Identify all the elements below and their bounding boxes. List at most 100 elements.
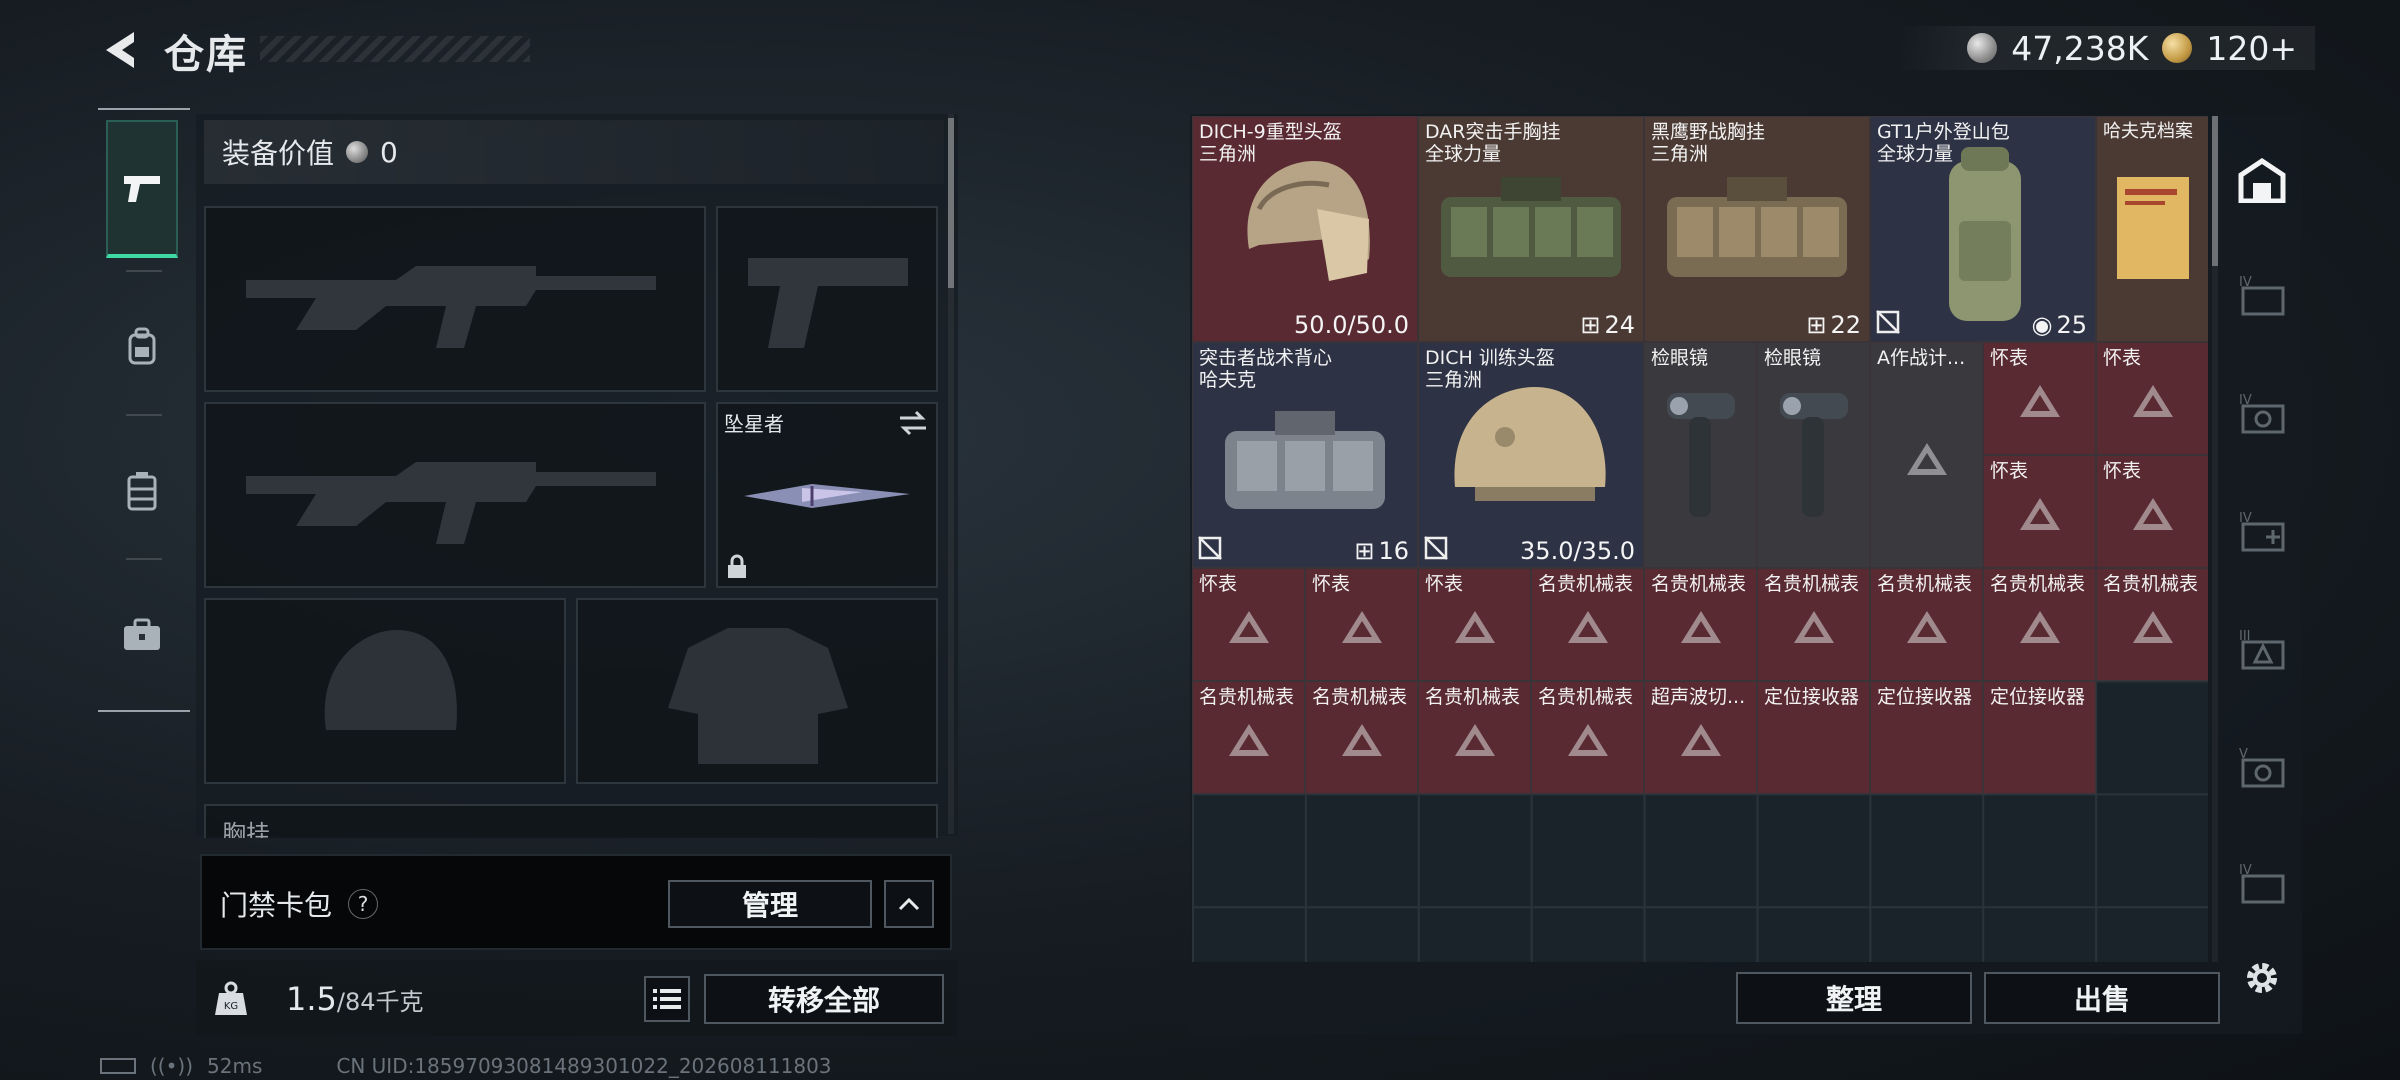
back-button[interactable] — [96, 26, 144, 74]
loading-triangle-icon — [1454, 723, 1495, 756]
box-icon: IV — [2239, 863, 2285, 904]
stash-item-luxury-watch[interactable]: 名贵机械表 — [1757, 568, 1870, 681]
tab-chest-rig[interactable] — [106, 422, 178, 560]
stash-item-pocket-watch[interactable]: 怀表 — [1305, 568, 1418, 681]
item-sub: 哈夫克 — [1199, 369, 1257, 391]
item-name: 定位接收器 — [1990, 686, 2086, 708]
stash-item-assault-vest[interactable]: 突击者战术背心 哈夫克 ⊞ 16 — [1192, 342, 1418, 568]
chest-rig-icon — [1667, 177, 1847, 277]
ping-text: 52ms — [207, 1054, 263, 1078]
settings-button[interactable] — [2238, 954, 2286, 1002]
stash-item-ophthalmoscope[interactable]: 检眼镜 — [1757, 342, 1870, 568]
stash-item-chest-rig-dar[interactable]: DAR突击手胸挂 全球力量 ⊞ 24 — [1418, 116, 1644, 342]
expand-button[interactable] — [884, 880, 934, 928]
loading-triangle-icon — [2132, 384, 2173, 417]
category-tier-v-button[interactable]: V — [2232, 736, 2292, 796]
swap-icon[interactable] — [898, 410, 928, 436]
stash-item-ophthalmoscope[interactable]: 检眼镜 — [1644, 342, 1757, 568]
loading-triangle-icon — [1680, 610, 1721, 643]
helmet-slot[interactable] — [204, 598, 566, 784]
rifle-silhouette-icon — [246, 266, 656, 348]
item-durability: 35.0/35.0 — [1520, 537, 1635, 565]
uid-text: CN UID:18597093081489301022_202608111803 — [336, 1054, 832, 1078]
melee-slot[interactable]: 坠星者 — [716, 402, 938, 588]
stash-item-pocket-watch[interactable]: 怀表 — [1983, 455, 2096, 568]
item-name: 名贵机械表 — [1538, 686, 1634, 708]
item-name: 怀表 — [1425, 573, 1464, 595]
item-sub: 全球力量 — [1425, 143, 1502, 165]
stash-item-chest-rig-blackhawk[interactable]: 黑鹰野战胸挂 三角洲 ⊞ 22 — [1644, 116, 1870, 342]
category-tier-iv-button[interactable]: IV — [2232, 852, 2292, 912]
stash-item-helmet-heavy[interactable]: DICH-9重型头盔 三角洲 50.0/50.0 — [1192, 116, 1418, 342]
list-view-button[interactable] — [644, 976, 690, 1022]
item-name: 怀表 — [1312, 573, 1351, 595]
stash-item-luxury-watch[interactable]: 名贵机械表 — [1305, 681, 1418, 794]
stash-item-gps-receiver[interactable]: 定位接收器 — [1757, 681, 1870, 794]
sell-button[interactable]: 出售 — [1984, 972, 2220, 1024]
stash-item-pocket-watch[interactable]: 怀表 — [2096, 455, 2208, 568]
stash-item-pocket-watch[interactable]: 怀表 — [2096, 342, 2208, 455]
stash-item-luxury-watch[interactable]: 名贵机械表 — [1192, 681, 1305, 794]
stash-scrollbar[interactable] — [2212, 116, 2218, 962]
item-name: DAR突击手胸挂 — [1425, 121, 1561, 143]
stash-item-training-helmet[interactable]: DICH 训练头盔 三角洲 35.0/35.0 — [1418, 342, 1644, 568]
tab-backpack[interactable] — [106, 278, 178, 416]
item-name: 名贵机械表 — [1877, 573, 1973, 595]
loading-triangle-icon — [1567, 610, 1608, 643]
stash-grid[interactable]: DICH-9重型头盔 三角洲 50.0/50.0 DAR突击手胸挂 全球力量 ⊞ 24… — [1192, 116, 2208, 962]
category-all-button[interactable] — [2232, 150, 2292, 210]
loading-triangle-icon — [1793, 610, 1834, 643]
category-tier-iii-button[interactable]: III — [2232, 618, 2292, 678]
category-tier-iv-button[interactable]: IV — [2232, 500, 2292, 560]
stash-item-luxury-watch[interactable]: 名贵机械表 — [1418, 681, 1531, 794]
stash-item-pocket-watch[interactable]: 怀表 — [1983, 342, 2096, 455]
tab-weapons[interactable] — [106, 120, 178, 258]
help-icon[interactable]: ? — [348, 889, 379, 919]
item-name: DICH-9重型头盔 — [1199, 121, 1342, 143]
stash-item-luxury-watch[interactable]: 名贵机械表 — [1870, 568, 1983, 681]
stash-item-haavk-file[interactable]: 哈夫克档案 — [2096, 116, 2208, 342]
equipment-value: 0 — [380, 135, 398, 169]
equipment-scrollbar[interactable] — [948, 114, 954, 834]
stash-item-backpack-gt1[interactable]: GT1户外登山包 全球力量 ◉ 25 — [1870, 116, 2096, 342]
keycard-label: 门禁卡包 — [220, 889, 333, 922]
vest-icon — [127, 472, 157, 511]
secondary-weapon-slot[interactable] — [204, 402, 706, 588]
capacity-current: 1.5 — [286, 980, 337, 1018]
armor-silhouette-icon — [668, 628, 848, 764]
stash-item-luxury-watch[interactable]: 名贵机械表 — [1644, 568, 1757, 681]
stash-item-ultrasonic-cutter[interactable]: 超声波切... — [1644, 681, 1757, 794]
capacity-grid-icon: ⊞ — [1354, 537, 1375, 565]
chest-rig-slot[interactable]: 胸挂 — [204, 804, 938, 838]
category-tier-iv-button[interactable]: IV — [2232, 382, 2292, 442]
capacity-text: 1.5/84千克 — [286, 980, 424, 1018]
keycard-label-row: 门禁卡包 ? — [220, 884, 379, 924]
stash-item-gps-receiver[interactable]: 定位接收器 — [1983, 681, 2096, 794]
equipment-value-label: 装备价值 — [222, 137, 335, 170]
helmet-icon — [1454, 387, 1606, 501]
stash-item-operation-plan[interactable]: A作战计... — [1870, 342, 1983, 568]
manage-button[interactable]: 管理 — [668, 880, 872, 928]
tab-secure-case[interactable] — [106, 566, 178, 704]
stash-item-gps-receiver[interactable]: 定位接收器 — [1870, 681, 1983, 794]
sidearm-slot[interactable] — [716, 206, 938, 392]
gold-amount[interactable]: 120+ — [2206, 29, 2297, 68]
stash-item-luxury-watch[interactable]: 名贵机械表 — [1983, 568, 2096, 681]
stash-item-luxury-watch[interactable]: 名贵机械表 — [2096, 568, 2208, 681]
wifi-icon: ((•)) — [150, 1054, 194, 1078]
primary-weapon-slot[interactable] — [204, 206, 706, 392]
stash-item-pocket-watch[interactable]: 怀表 — [1418, 568, 1531, 681]
sort-button[interactable]: 整理 — [1736, 972, 1972, 1024]
armor-slot[interactable] — [576, 598, 938, 784]
silver-coin-icon — [1967, 33, 1998, 63]
page-title: 仓库 — [164, 32, 248, 78]
stash-item-luxury-watch[interactable]: 名贵机械表 — [1531, 681, 1644, 794]
stash-item-luxury-watch[interactable]: 名贵机械表 — [1531, 568, 1644, 681]
knife-icon — [744, 484, 910, 508]
category-tier-iv-button[interactable]: IV — [2232, 264, 2292, 324]
item-name: 怀表 — [1199, 573, 1238, 595]
pistol-icon — [124, 176, 160, 202]
stash-item-pocket-watch[interactable]: 怀表 — [1192, 568, 1305, 681]
transfer-all-button[interactable]: 转移全部 — [704, 974, 944, 1024]
chevron-up-icon — [898, 897, 920, 911]
